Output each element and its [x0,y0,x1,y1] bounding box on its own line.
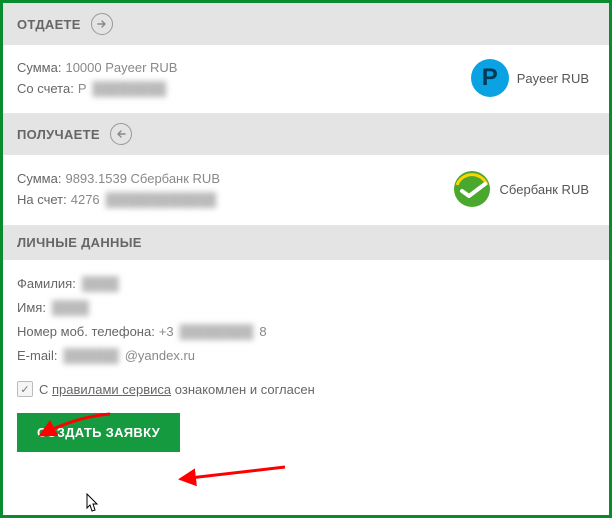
get-account-masked: ████████████ [104,192,219,207]
give-amount-label: Сумма: [17,60,61,75]
sber-badge: Сбербанк RUB [452,169,589,209]
sberbank-icon [452,169,492,209]
annotation-arrow-2 [173,459,288,489]
firstname-value: ████ [50,300,91,315]
get-account-prefix: 4276 [71,192,100,207]
give-account-masked: ████████ [90,81,168,96]
give-account-row: Со счета: P ████████ [17,81,177,96]
agree-text: С правилами сервиса ознакомлен и согласе… [39,382,315,397]
phone-prefix: +3 [159,324,174,339]
exchange-form: ОТДАЕТЕ Сумма: 10000 Payeer RUB Со счета… [0,0,612,518]
get-account-label: На счет: [17,192,67,207]
agree-pre: С [39,382,52,397]
sber-badge-text: Сбербанк RUB [500,182,589,197]
payeer-badge-text: Payeer RUB [517,71,589,86]
phone-masked: ████████ [178,324,256,339]
get-amount-label: Сумма: [17,171,61,186]
personal-header: ЛИЧНЫЕ ДАННЫЕ [3,225,609,260]
agree-link[interactable]: правилами сервиса [52,382,171,397]
personal-body: Фамилия: ████ Имя: ████ Номер моб. телеф… [3,260,609,375]
give-account-prefix: P [78,81,87,96]
arrow-left-icon[interactable] [110,123,132,145]
lastname-row: Фамилия: ████ [17,276,595,291]
give-body: Сумма: 10000 Payeer RUB Со счета: P ████… [3,45,609,113]
email-suffix: @yandex.ru [125,348,195,363]
payeer-badge: P Payeer RUB [471,59,589,97]
get-amount-value: 9893.1539 Сбербанк RUB [65,171,220,186]
email-masked: ██████ [61,348,120,363]
agree-row: ✓ С правилами сервиса ознакомлен и согла… [3,375,609,407]
get-title: ПОЛУЧАЕТЕ [17,127,100,142]
personal-title: ЛИЧНЫЕ ДАННЫЕ [17,235,142,250]
give-amount-value: 10000 Payeer RUB [65,60,177,75]
give-header: ОТДАЕТЕ [3,3,609,45]
phone-suffix: 8 [259,324,266,339]
lastname-value: ████ [80,276,121,291]
agree-checkbox[interactable]: ✓ [17,381,33,397]
email-label: E-mail: [17,348,57,363]
payeer-icon: P [471,59,509,97]
phone-row: Номер моб. телефона: +3 ████████ 8 [17,324,595,339]
get-body: Сумма: 9893.1539 Сбербанк RUB На счет: 4… [3,155,609,225]
firstname-row: Имя: ████ [17,300,595,315]
get-account-row: На счет: 4276 ████████████ [17,192,220,207]
cursor-icon [81,493,101,517]
get-amount-row: Сумма: 9893.1539 Сбербанк RUB [17,171,220,186]
give-account-label: Со счета: [17,81,74,96]
give-amount-row: Сумма: 10000 Payeer RUB [17,60,177,75]
submit-button[interactable]: СОЗДАТЬ ЗАЯВКУ [17,413,180,452]
arrow-right-icon[interactable] [91,13,113,35]
firstname-label: Имя: [17,300,46,315]
agree-post: ознакомлен и согласен [171,382,315,397]
give-title: ОТДАЕТЕ [17,17,81,32]
get-header: ПОЛУЧАЕТЕ [3,113,609,155]
lastname-label: Фамилия: [17,276,76,291]
email-row: E-mail: ██████ @yandex.ru [17,348,595,363]
phone-label: Номер моб. телефона: [17,324,155,339]
